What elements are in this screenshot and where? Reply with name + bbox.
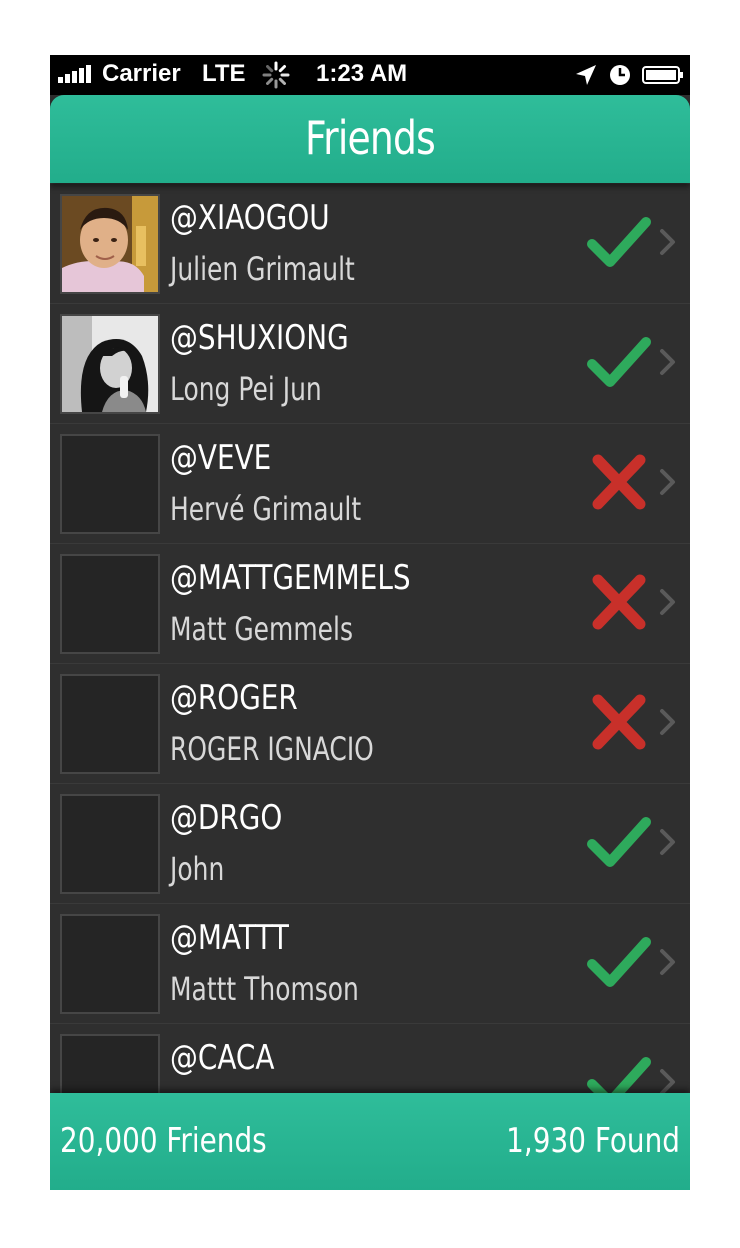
- status-bar: Carrier LTE 1:23 AM: [50, 55, 690, 95]
- signal-strength-icon: [58, 65, 98, 83]
- friend-row[interactable]: @CACA: [50, 1023, 690, 1093]
- checkmark-icon[interactable]: [586, 214, 652, 270]
- friend-row[interactable]: @MATTGEMMELS Matt Gemmels: [50, 543, 690, 664]
- avatar: [60, 794, 160, 894]
- friend-handle: @DRGO: [170, 798, 283, 838]
- checkmark-icon[interactable]: [586, 814, 652, 870]
- friend-handle: @MATTGEMMELS: [170, 558, 411, 598]
- footer-bar: 20,000 Friends 1,930 Found: [50, 1093, 690, 1190]
- friend-row[interactable]: @ROGER ROGER IGNACIO: [50, 663, 690, 784]
- friend-row[interactable]: @VEVE Hervé Grimault: [50, 423, 690, 544]
- friend-row[interactable]: @SHUXIONG Long Pei Jun: [50, 303, 690, 424]
- avatar: [60, 914, 160, 1014]
- chevron-right-icon[interactable]: [658, 467, 678, 497]
- cross-icon[interactable]: [586, 454, 652, 510]
- chevron-right-icon[interactable]: [658, 587, 678, 617]
- friend-handle: @XIAOGOU: [170, 198, 330, 238]
- avatar: [60, 314, 160, 414]
- chevron-right-icon[interactable]: [658, 827, 678, 857]
- carrier-label: Carrier: [102, 60, 181, 87]
- friend-name: Julien Grimault: [170, 250, 355, 288]
- alarm-clock-icon: [610, 65, 630, 85]
- battery-icon: [642, 66, 683, 84]
- cross-icon[interactable]: [586, 694, 652, 750]
- checkmark-icon[interactable]: [586, 934, 652, 990]
- friends-list[interactable]: @XIAOGOU Julien Grimault @SHUXIONG Long Pei…: [50, 183, 690, 1093]
- friend-row[interactable]: @DRGO John: [50, 783, 690, 904]
- friend-handle: @ROGER: [170, 678, 298, 718]
- friends-count: 20,000 Friends: [60, 1121, 267, 1161]
- network-label: LTE: [202, 60, 246, 87]
- cross-icon[interactable]: [586, 574, 652, 630]
- avatar: [60, 674, 160, 774]
- activity-spinner-icon: [262, 61, 290, 89]
- friend-name: Hervé Grimault: [170, 490, 362, 528]
- friend-handle: @SHUXIONG: [170, 318, 349, 358]
- navigation-bar: Friends: [50, 95, 690, 183]
- friend-handle: @VEVE: [170, 438, 272, 478]
- phone-screen: Carrier LTE 1:23 AM Friends @XIAOGOU Jul…: [50, 55, 690, 1190]
- friend-name: John: [170, 850, 225, 888]
- avatar: [60, 434, 160, 534]
- chevron-right-icon[interactable]: [658, 707, 678, 737]
- clock-time: 1:23 AM: [316, 60, 408, 87]
- friend-name: ROGER IGNACIO: [170, 730, 374, 768]
- friend-handle: @CACA: [170, 1038, 275, 1078]
- friend-row[interactable]: @MATTT Mattt Thomson: [50, 903, 690, 1024]
- chevron-right-icon[interactable]: [658, 347, 678, 377]
- friend-name: Matt Gemmels: [170, 610, 353, 648]
- chevron-right-icon[interactable]: [658, 227, 678, 257]
- chevron-right-icon[interactable]: [658, 1067, 678, 1093]
- avatar: [60, 1034, 160, 1093]
- friend-handle: @MATTT: [170, 918, 289, 958]
- avatar: [60, 554, 160, 654]
- chevron-right-icon[interactable]: [658, 947, 678, 977]
- checkmark-icon[interactable]: [586, 1054, 652, 1093]
- page-title: Friends: [305, 111, 436, 165]
- checkmark-icon[interactable]: [586, 334, 652, 390]
- friend-name: Mattt Thomson: [170, 970, 359, 1008]
- friend-row[interactable]: @XIAOGOU Julien Grimault: [50, 183, 690, 304]
- location-arrow-icon: [576, 65, 596, 85]
- found-count: 1,930 Found: [506, 1121, 680, 1161]
- friend-name: Long Pei Jun: [170, 370, 322, 408]
- avatar: [60, 194, 160, 294]
